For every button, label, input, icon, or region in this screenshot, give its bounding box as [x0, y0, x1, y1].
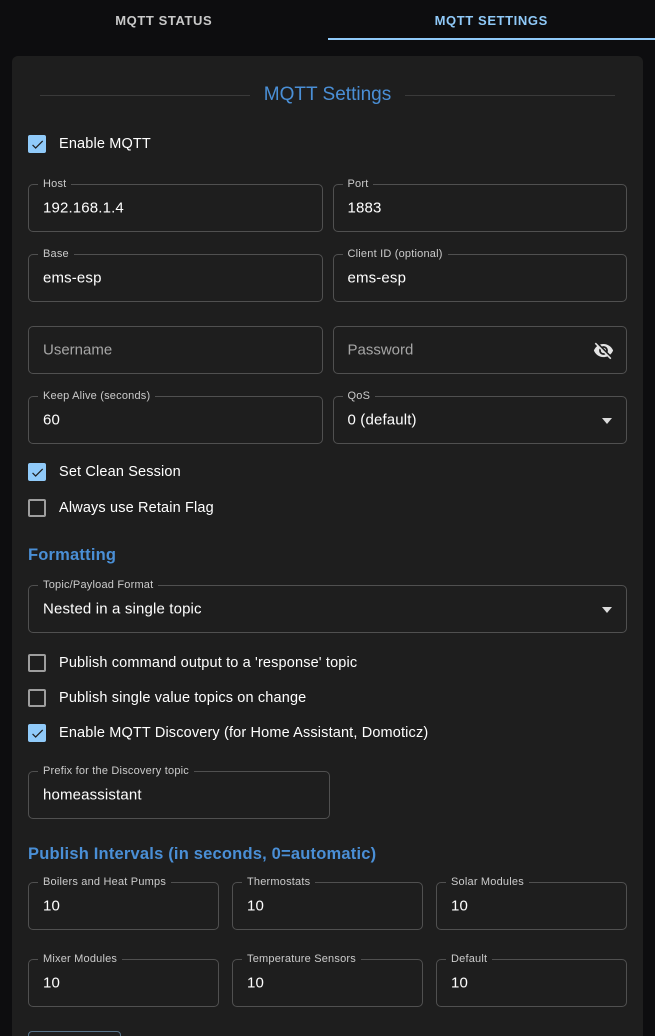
password-field-placeholder: Password: [348, 342, 414, 359]
password-field[interactable]: Password: [333, 326, 628, 374]
interval-temperature-label: Temperature Sensors: [242, 953, 361, 965]
keep-alive-field-value: 60: [43, 412, 60, 429]
topic-format-select-label: Topic/Payload Format: [38, 579, 158, 591]
host-field[interactable]: Host 192.168.1.4: [28, 184, 323, 232]
publish-single-label: Publish single value topics on change: [59, 690, 306, 706]
tab-mqtt-status[interactable]: MQTT STATUS: [0, 0, 328, 40]
qos-select[interactable]: QoS 0 (default): [333, 396, 628, 444]
discovery-prefix-field[interactable]: Prefix for the Discovery topic homeassis…: [28, 771, 330, 819]
interval-thermostats-value: 10: [247, 898, 264, 915]
retain-flag-checkbox[interactable]: [28, 499, 46, 517]
username-field-placeholder: Username: [43, 342, 112, 359]
publish-response-label: Publish command output to a 'response' t…: [59, 655, 357, 671]
publish-single-row[interactable]: Publish single value topics on change: [28, 686, 627, 710]
base-field[interactable]: Base ems-esp: [28, 254, 323, 302]
interval-solar-field[interactable]: Solar Modules 10: [436, 882, 627, 930]
chevron-down-icon[interactable]: [602, 607, 612, 613]
toggle-password-visibility-button[interactable]: [590, 337, 616, 363]
discovery-checkbox[interactable]: [28, 724, 46, 742]
topic-format-select-value: Nested in a single topic: [43, 601, 202, 618]
visibility-off-icon: [593, 340, 614, 361]
client-id-field[interactable]: Client ID (optional) ems-esp: [333, 254, 628, 302]
interval-solar-label: Solar Modules: [446, 876, 529, 888]
port-field-value: 1883: [348, 200, 382, 217]
enable-mqtt-row[interactable]: Enable MQTT: [28, 132, 627, 156]
active-tab-indicator: [328, 38, 655, 40]
enable-mqtt-checkbox[interactable]: [28, 135, 46, 153]
interval-thermostats-field[interactable]: Thermostats 10: [232, 882, 423, 930]
title-divider-right: [405, 95, 615, 96]
client-id-field-value: ems-esp: [348, 270, 407, 287]
publish-single-checkbox[interactable]: [28, 689, 46, 707]
formatting-heading: Formatting: [28, 546, 627, 565]
port-field[interactable]: Port 1883: [333, 184, 628, 232]
host-field-label: Host: [38, 178, 71, 190]
check-icon: [30, 726, 45, 741]
discovery-prefix-field-label: Prefix for the Discovery topic: [38, 765, 194, 777]
tab-mqtt-settings[interactable]: MQTT SETTINGS: [328, 0, 655, 40]
port-field-label: Port: [343, 178, 374, 190]
save-button[interactable]: SAVE: [28, 1031, 121, 1036]
retain-flag-label: Always use Retain Flag: [59, 500, 214, 516]
interval-mixer-label: Mixer Modules: [38, 953, 122, 965]
qos-select-value: 0 (default): [348, 412, 417, 429]
mqtt-settings-card: MQTT Settings Enable MQTT Host 192.168.1…: [12, 56, 643, 1036]
clean-session-checkbox[interactable]: [28, 463, 46, 481]
discovery-prefix-field-value: homeassistant: [43, 787, 142, 804]
publish-intervals-heading: Publish Intervals (in seconds, 0=automat…: [28, 845, 627, 864]
host-field-value: 192.168.1.4: [43, 200, 124, 217]
tab-mqtt-settings-label: MQTT SETTINGS: [435, 13, 548, 28]
interval-temperature-value: 10: [247, 975, 264, 992]
tab-mqtt-status-label: MQTT STATUS: [115, 13, 212, 28]
interval-temperature-field[interactable]: Temperature Sensors 10: [232, 959, 423, 1007]
interval-solar-value: 10: [451, 898, 468, 915]
qos-select-label: QoS: [343, 390, 376, 402]
check-icon: [30, 465, 45, 480]
publish-response-checkbox[interactable]: [28, 654, 46, 672]
title-divider-left: [40, 95, 250, 96]
username-field[interactable]: Username: [28, 326, 323, 374]
interval-default-field[interactable]: Default 10: [436, 959, 627, 1007]
clean-session-row[interactable]: Set Clean Session: [28, 460, 627, 484]
chevron-down-icon[interactable]: [602, 418, 612, 424]
keep-alive-field[interactable]: Keep Alive (seconds) 60: [28, 396, 323, 444]
publish-response-row[interactable]: Publish command output to a 'response' t…: [28, 651, 627, 675]
tab-bar: MQTT STATUS MQTT SETTINGS: [0, 0, 655, 40]
client-id-field-label: Client ID (optional): [343, 248, 448, 260]
base-field-label: Base: [38, 248, 74, 260]
interval-thermostats-label: Thermostats: [242, 876, 315, 888]
keep-alive-field-label: Keep Alive (seconds): [38, 390, 155, 402]
interval-boilers-label: Boilers and Heat Pumps: [38, 876, 171, 888]
interval-boilers-value: 10: [43, 898, 60, 915]
interval-default-value: 10: [451, 975, 468, 992]
card-title-row: MQTT Settings: [40, 84, 615, 106]
interval-mixer-field[interactable]: Mixer Modules 10: [28, 959, 219, 1007]
enable-mqtt-label: Enable MQTT: [59, 136, 151, 152]
interval-mixer-value: 10: [43, 975, 60, 992]
topic-format-select[interactable]: Topic/Payload Format Nested in a single …: [28, 585, 627, 633]
discovery-row[interactable]: Enable MQTT Discovery (for Home Assistan…: [28, 721, 627, 745]
retain-flag-row[interactable]: Always use Retain Flag: [28, 496, 627, 520]
interval-default-label: Default: [446, 953, 492, 965]
page-title: MQTT Settings: [264, 84, 391, 106]
base-field-value: ems-esp: [43, 270, 102, 287]
discovery-label: Enable MQTT Discovery (for Home Assistan…: [59, 725, 428, 741]
interval-boilers-field[interactable]: Boilers and Heat Pumps 10: [28, 882, 219, 930]
clean-session-label: Set Clean Session: [59, 464, 181, 480]
check-icon: [30, 137, 45, 152]
